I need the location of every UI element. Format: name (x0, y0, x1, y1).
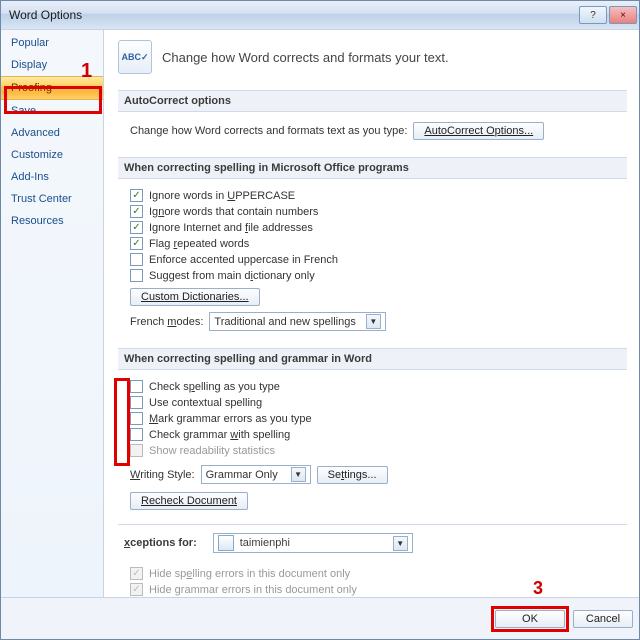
sidebar-item-advanced[interactable]: Advanced (1, 122, 103, 144)
abc-icon: ABC✓ (118, 40, 152, 74)
sidebar-item-save[interactable]: Save (1, 100, 103, 122)
checkbox-icon[interactable] (130, 269, 143, 282)
office-check-1[interactable]: ✓ Ignore words that contain numbers (130, 205, 621, 218)
sidebar-item-trust-center[interactable]: Trust Center (1, 188, 103, 210)
office-check-0[interactable]: ✓ Ignore words in UPPERCASE (130, 189, 621, 202)
checkbox-icon (130, 444, 143, 457)
close-button[interactable]: × (609, 6, 637, 24)
window-title: Word Options (9, 8, 82, 22)
checkbox-icon[interactable] (130, 253, 143, 266)
page-title: Change how Word corrects and formats you… (162, 50, 449, 65)
checkbox-label: Show readability statistics (149, 445, 275, 457)
exception-check-1: ✓ Hide grammar errors in this document on… (130, 583, 621, 596)
french-modes-select[interactable]: Traditional and new spellings ▼ (209, 312, 385, 331)
sidebar-item-proofing[interactable]: Proofing (1, 76, 103, 100)
sidebar-item-add-ins[interactable]: Add-Ins (1, 166, 103, 188)
checkbox-icon[interactable]: ✓ (130, 205, 143, 218)
french-modes-label: French modes: (130, 316, 203, 328)
annotation-number-3: 3 (533, 578, 543, 599)
chevron-down-icon: ▼ (393, 536, 408, 551)
group-autocorrect-header: AutoCorrect options (118, 90, 627, 112)
titlebar[interactable]: Word Options ? × (1, 1, 639, 29)
checkbox-label: Enforce accented uppercase in French (149, 254, 338, 266)
checkbox-label: Mark grammar errors as you type (149, 413, 312, 425)
document-icon (218, 535, 234, 551)
checkbox-label: Hide spelling errors in this document on… (149, 568, 350, 580)
checkbox-label: Use contextual spelling (149, 397, 262, 409)
help-button[interactable]: ? (579, 6, 607, 24)
custom-dictionaries-button[interactable]: Custom Dictionaries... (130, 288, 260, 306)
checkbox-label: Ignore Internet and file addresses (149, 222, 313, 234)
ok-button[interactable]: OK (495, 610, 565, 628)
chevron-down-icon: ▼ (291, 467, 306, 482)
exception-check-0: ✓ Hide spelling errors in this document o… (130, 567, 621, 580)
autocorrect-desc: Change how Word corrects and formats tex… (130, 125, 407, 137)
checkbox-icon[interactable] (130, 380, 143, 393)
word-check-1[interactable]: Use contextual spelling (130, 396, 621, 409)
writing-style-label: Writing Style: (130, 469, 195, 481)
checkbox-icon: ✓ (130, 583, 143, 596)
checkbox-icon[interactable]: ✓ (130, 237, 143, 250)
checkbox-label: Hide grammar errors in this document onl… (149, 584, 357, 596)
office-check-5[interactable]: Suggest from main dictionary only (130, 269, 621, 282)
cancel-button[interactable]: Cancel (573, 610, 633, 628)
chevron-down-icon: ▼ (366, 314, 381, 329)
office-check-4[interactable]: Enforce accented uppercase in French (130, 253, 621, 266)
checkbox-label: Check spelling as you type (149, 381, 280, 393)
annotation-box-2 (114, 378, 130, 466)
checkbox-label: Check grammar with spelling (149, 429, 290, 441)
content-panel: ABC✓ Change how Word corrects and format… (104, 30, 639, 597)
sidebar-item-customize[interactable]: Customize (1, 144, 103, 166)
writing-style-select[interactable]: Grammar Only ▼ (201, 465, 311, 484)
sidebar-item-resources[interactable]: Resources (1, 210, 103, 232)
recheck-document-button[interactable]: Recheck Document (130, 492, 248, 510)
dialog-footer: 3 OK Cancel (1, 597, 639, 639)
checkbox-icon[interactable] (130, 428, 143, 441)
office-check-3[interactable]: ✓ Flag repeated words (130, 237, 621, 250)
sidebar: 1 PopularDisplayProofingSaveAdvancedCust… (1, 30, 104, 597)
checkbox-label: Ignore words that contain numbers (149, 206, 318, 218)
sidebar-item-display[interactable]: Display (1, 54, 103, 76)
group-spelling-office-header: When correcting spelling in Microsoft Of… (118, 157, 627, 179)
checkbox-icon[interactable] (130, 412, 143, 425)
sidebar-item-popular[interactable]: Popular (1, 32, 103, 54)
checkbox-label: Suggest from main dictionary only (149, 270, 315, 282)
word-check-3[interactable]: Check grammar with spelling (130, 428, 621, 441)
autocorrect-options-button[interactable]: AutoCorrect Options... (413, 122, 544, 140)
word-check-0[interactable]: Check spelling as you type (130, 380, 621, 393)
exceptions-for-select[interactable]: taimienphi ▼ (213, 533, 413, 553)
group-spelling-word-header: When correcting spelling and grammar in … (118, 348, 627, 370)
word-check-4: Show readability statistics (130, 444, 621, 457)
word-check-2[interactable]: Mark grammar errors as you type (130, 412, 621, 425)
checkbox-label: Flag repeated words (149, 238, 249, 250)
word-options-dialog: Word Options ? × 1 PopularDisplayProofin… (0, 0, 640, 640)
checkbox-label: Ignore words in UPPERCASE (149, 190, 295, 202)
checkbox-icon[interactable] (130, 396, 143, 409)
checkbox-icon: ✓ (130, 567, 143, 580)
office-check-2[interactable]: ✓ Ignore Internet and file addresses (130, 221, 621, 234)
group-exceptions-header: xceptions for: E taimienphi ▼ (118, 524, 627, 557)
settings-button[interactable]: Settings... (317, 466, 388, 484)
checkbox-icon[interactable]: ✓ (130, 221, 143, 234)
checkbox-icon[interactable]: ✓ (130, 189, 143, 202)
